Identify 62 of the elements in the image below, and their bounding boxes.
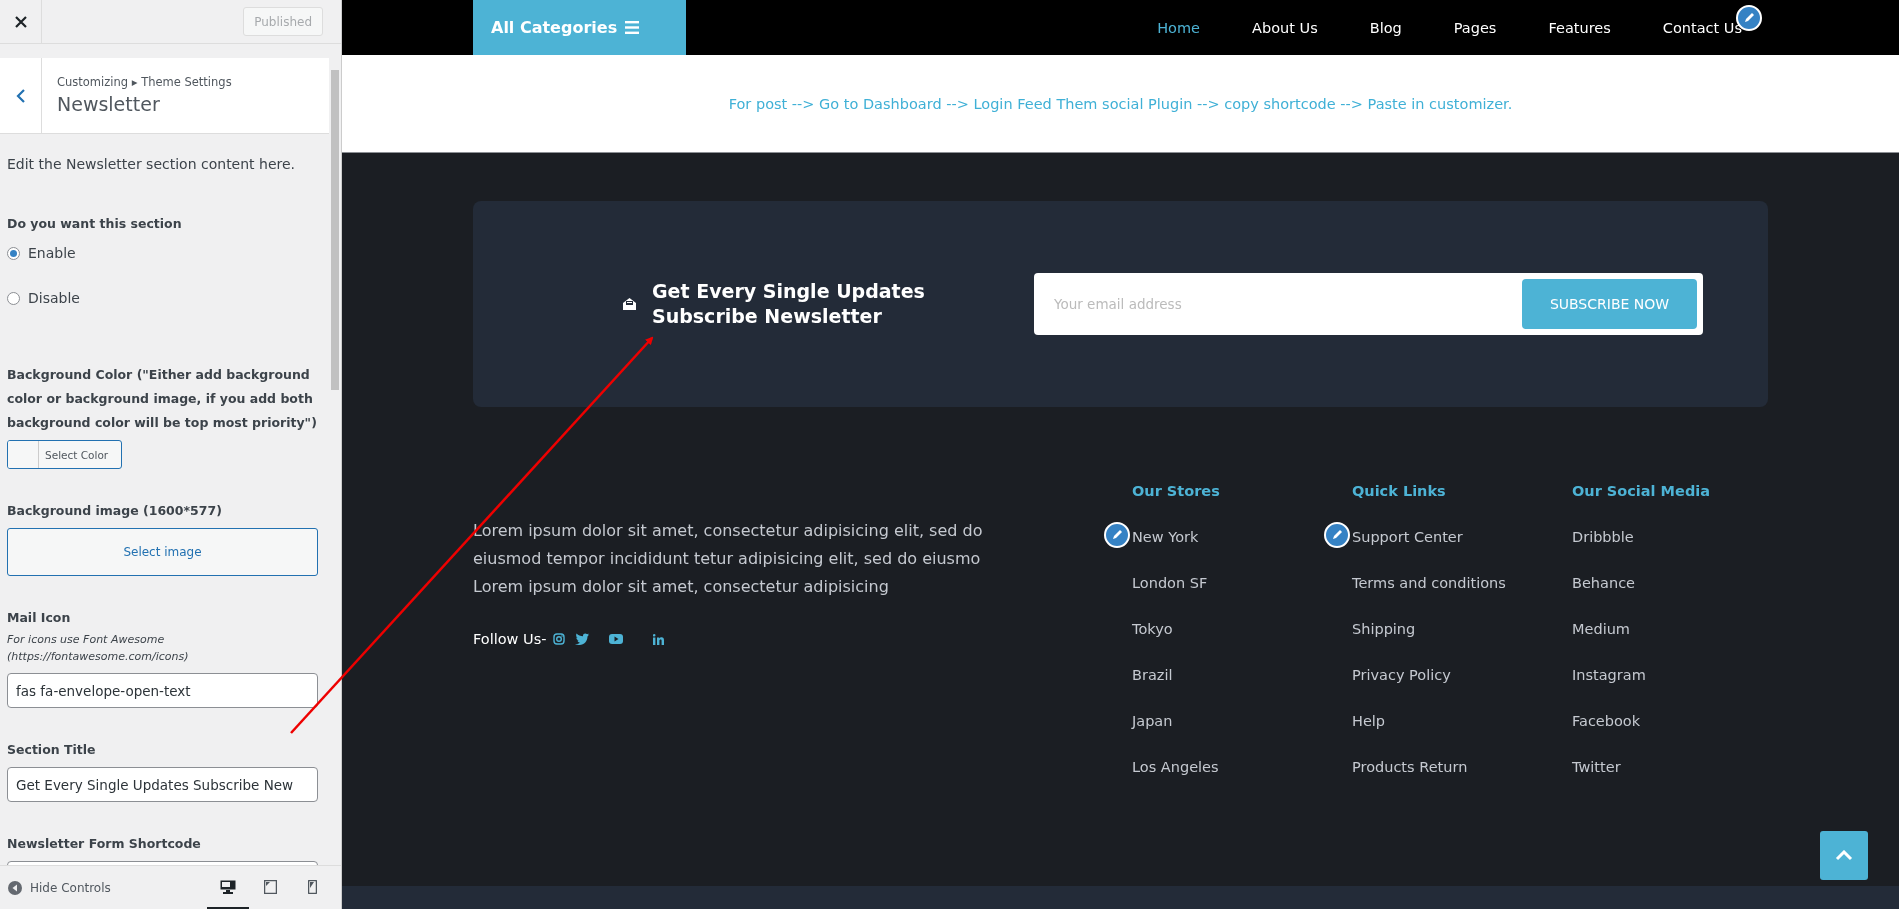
radio-option[interactable]: Disable [7,286,322,310]
footer-link[interactable]: Terms and conditions [1352,575,1506,591]
section-title: Newsletter [57,93,161,115]
footer-link[interactable]: Help [1352,713,1386,729]
nav-link[interactable]: Home [1157,20,1201,36]
footer-link[interactable]: Instagram [1572,667,1646,683]
control-label: Mail Icon [7,609,72,627]
email-field[interactable]: Your email address [1034,279,1522,329]
footer-link[interactable]: Tokyo [1132,621,1173,637]
footer-link[interactable]: Medium [1572,621,1630,637]
radio-button[interactable] [7,291,20,305]
chevron-up-icon [1835,850,1853,861]
text-field[interactable]: fas fa-envelope-open-text [7,673,318,708]
nav-link[interactable]: About Us [1252,20,1318,36]
hide-controls-button[interactable]: Hide Controls [0,880,111,895]
radio-button[interactable] [7,246,20,260]
nav-link[interactable]: Blog [1369,20,1402,36]
footer-link[interactable]: Dribbble [1572,529,1634,545]
control-label: Do you want this section [7,215,183,233]
nav-link[interactable]: Pages [1453,20,1497,36]
control-label: Newsletter Form Shortcode [7,835,202,853]
column-heading: Our Stores [1132,483,1221,501]
footer-link[interactable]: Los Angeles [1132,759,1219,775]
text-field[interactable]: Get Every Single Updates Subscribe New [7,767,318,802]
select-color-button[interactable]: Select Color [7,440,122,469]
edit-button[interactable] [1104,522,1130,548]
notice-text: For post --> Go to Dashboard --> Login Feed Them social Plugin --> copy shortcode --> Paste in customizer. [728,95,1513,112]
close-icon [14,15,27,28]
footer-link[interactable]: Support Center [1352,529,1463,545]
chevron-left-icon [15,88,26,103]
footer-link[interactable]: Japan [1132,713,1173,729]
control-label: Background image (1600*577) [7,502,223,520]
menu-icon [625,21,640,34]
envelope-icon [623,298,636,310]
arrow-left-icon [8,880,22,895]
control-label: Section Title [7,741,97,759]
control-label: Background Color ("Either add background color or background image, if you add both background color will be top most priority") [7,366,318,432]
radio-option[interactable]: Enable [7,241,322,265]
footer-link[interactable]: Privacy Policy [1352,667,1451,683]
footer-link[interactable]: Facebook [1572,713,1641,729]
select-image-button[interactable]: Select image [7,528,318,576]
breadcrumb: Customizing ▸ Theme Settings [57,75,232,89]
hint-text: For icons use Font Awesome (https://fontawesome.com/icons) [7,632,190,665]
column-heading: Our Social Media [1572,483,1712,501]
column-heading: Quick Links [1352,483,1447,501]
follow-label: Follow Us- [473,631,547,647]
phone-icon [307,879,317,894]
edit-button[interactable] [1324,522,1350,548]
footer-link[interactable]: London SF [1132,575,1208,591]
monitor-icon [220,879,236,894]
nav-link[interactable]: Features [1548,20,1611,36]
footer-link[interactable]: Shipping [1352,621,1416,637]
about-text: Lorem ipsum dolor sit amet, consectetur adipisicing elit, sed do eiusmod tempor incididunt tetur adipisicing elit, sed do eiusmo Lorem ipsum dolor sit amet, consectetur adipisicing [473,520,984,598]
section-description: Edit the Newsletter section content here. [7,156,297,172]
footer-link[interactable]: Behance [1572,575,1636,591]
tablet-icon [263,879,277,894]
newsletter-title: Get Every Single Updates Subscribe Newsletter [652,279,926,329]
footer-link[interactable]: Products Return [1352,759,1468,775]
nav-link[interactable]: Contact Us [1662,20,1742,36]
footer-link[interactable]: Brazil [1132,667,1173,683]
footer-link[interactable]: Twitter [1572,759,1621,775]
footer-link[interactable]: New York [1132,529,1199,545]
